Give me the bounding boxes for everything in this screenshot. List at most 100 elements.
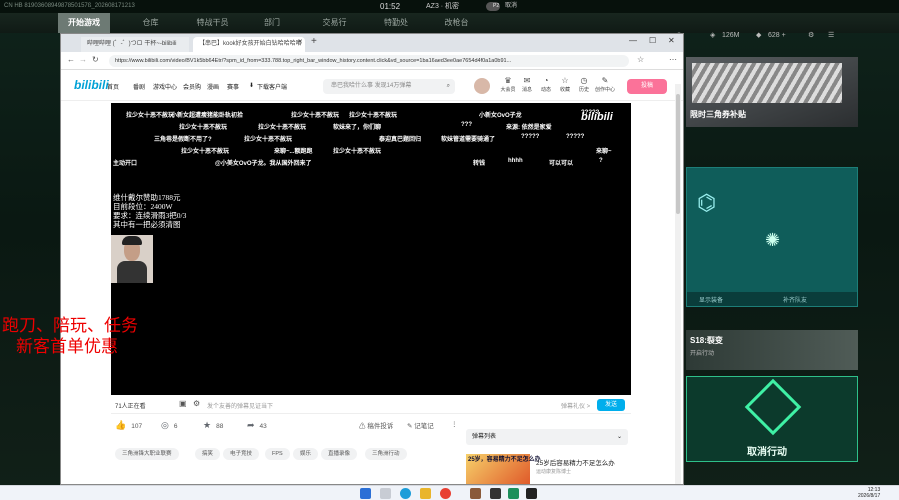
minimize-icon[interactable]: —: [629, 36, 637, 45]
nav-manga[interactable]: 漫画: [207, 82, 219, 91]
download-icon[interactable]: ⬇: [249, 82, 254, 89]
nav-mall[interactable]: 会员购: [183, 82, 201, 91]
g-icon[interactable]: [526, 488, 537, 499]
fill-squad-label[interactable]: 补齐队友: [783, 295, 807, 304]
like-button[interactable]: 👍 107: [115, 420, 142, 431]
tag-item[interactable]: 电子竞技: [223, 448, 260, 460]
url-input[interactable]: https://www.bilibili.com/video/BV1k5bb64…: [109, 55, 629, 67]
new-tab-icon[interactable]: +: [311, 36, 317, 47]
netease-icon[interactable]: [440, 488, 451, 499]
header-creator[interactable]: ✎ 创作中心: [594, 76, 616, 93]
favorite-button[interactable]: ★ 88: [203, 420, 223, 431]
game-icon[interactable]: [470, 488, 481, 499]
danmaku-input[interactable]: 发个友善的弹幕见证当下: [207, 401, 273, 410]
nav-tab-start[interactable]: 开始游戏: [58, 13, 110, 33]
nav-tab-warehouse[interactable]: 仓库: [128, 13, 173, 33]
more-icon[interactable]: ⋮: [451, 420, 458, 428]
header-history[interactable]: ◷ 历史: [575, 76, 593, 93]
session-id: CN HB 8190360894987850157ß_202608171213: [4, 3, 135, 9]
explorer-icon[interactable]: [420, 488, 431, 499]
video-actions: 👍 107 ◎ 6 ★ 88 ➦ 43 ⚠ 稿件投诉 ✎ 记笔记 ⋮: [111, 420, 471, 436]
star-icon[interactable]: ☆: [637, 55, 644, 64]
search-input[interactable]: 串巴我哈什么事 发现14万弹幕 ⌕: [323, 79, 455, 94]
danmaku-item: 拉少女十恶不赦玩: [181, 149, 230, 155]
overlay-line: 维什戴尔赞助1788元: [113, 193, 181, 202]
search-taskbar-icon[interactable]: [380, 488, 391, 499]
tag-item[interactable]: 三角洲行动: [365, 448, 407, 460]
report-link[interactable]: ⚠ 稿件投诉: [359, 420, 393, 430]
cancel-action-button[interactable]: 取消行动: [747, 443, 787, 458]
header-dynamic[interactable]: ◔ 动态: [537, 76, 555, 93]
browser-tab-2[interactable]: 【串巴】kook好女孩开始白钻哈哈哈哈: [193, 37, 305, 52]
danmaku-toggle-icon[interactable]: ▣: [179, 399, 187, 408]
danmaku-list-header[interactable]: 弹幕列表 ⌄: [466, 429, 628, 445]
action-logo-icon: [744, 378, 802, 436]
app-icon[interactable]: [490, 488, 501, 499]
danmaku-item: 来源: 依然是家爱: [506, 125, 552, 131]
nav-home[interactable]: 首页: [107, 82, 119, 91]
map-card[interactable]: ✺ ⌬ 显示装备 补齐队友: [686, 167, 858, 307]
rec-title: 25岁后容易精力不足怎么办: [536, 460, 615, 467]
windows-start-icon[interactable]: [360, 488, 371, 499]
map-emblem-icon: ✺: [765, 230, 781, 250]
tag-item[interactable]: 三角洲锋大职业联赛: [115, 448, 179, 460]
danmaku-item: 拉少女十恶不赦玩: [333, 149, 382, 155]
note-link[interactable]: ✎ 记笔记: [407, 420, 434, 430]
danmaku-item: 软妹管道需要骑通了: [441, 137, 496, 143]
danmaku-item: 泰迎真巴题回归: [379, 137, 422, 143]
delta-icon[interactable]: [508, 488, 519, 499]
tag-item[interactable]: 娱乐: [293, 448, 319, 460]
nav-tab-special[interactable]: 特勤处: [376, 13, 416, 33]
nav-game[interactable]: 游戏中心: [153, 82, 177, 91]
avatar[interactable]: [474, 78, 490, 94]
header-message[interactable]: ✉ 消息: [518, 76, 536, 93]
tag-item[interactable]: FPS: [265, 448, 290, 460]
refresh-icon[interactable]: ↻: [92, 55, 99, 64]
nav-tab-market[interactable]: 交易行: [312, 13, 357, 33]
share-button[interactable]: ➦ 43: [247, 420, 267, 431]
season-title: S18:裂变: [690, 336, 723, 345]
tag-item[interactable]: 搞笑: [195, 448, 221, 460]
nav-esports[interactable]: 赛事: [227, 82, 239, 91]
video-player[interactable]: 拉少女十恶不赦玩 小新女超遭瘦猪能卧轨初拾 拉少女十恶不赦玩 拉少女十恶不赦玩 小新女O…: [111, 103, 631, 395]
upload-button[interactable]: 投稿: [627, 79, 667, 94]
bilibili-header: bilibili 首页 番剧 游戏中心 会员购 漫画 赛事 ⬇ 下载客户端 串巴…: [61, 71, 683, 101]
back-icon[interactable]: ←: [67, 55, 75, 64]
header-vip[interactable]: ♛ 大会员: [499, 76, 517, 93]
nav-tab-gunsmith[interactable]: 改枪台: [434, 13, 479, 33]
promo-card[interactable]: 限时三角券补贴: [686, 57, 858, 127]
cancel-link[interactable]: 取消: [505, 0, 517, 13]
scrollbar[interactable]: [675, 84, 681, 484]
tag-item[interactable]: 直播录像: [321, 448, 358, 460]
action-card[interactable]: 取消行动: [686, 376, 858, 462]
danmaku-item: ?????: [521, 134, 540, 140]
danmaku-settings-icon[interactable]: ⚙: [193, 399, 200, 408]
bilibili-logo[interactable]: bilibili: [74, 78, 109, 92]
nav-tab-operators[interactable]: 特战干员: [190, 13, 235, 33]
danmaku-etiquette-link[interactable]: 弹幕礼仪 >: [561, 401, 590, 410]
watermark-logo: bilibili: [581, 111, 613, 123]
scroll-thumb[interactable]: [676, 94, 680, 214]
nav-tab-department[interactable]: 部门: [252, 13, 292, 33]
danmaku-item: 可以可以: [549, 161, 574, 167]
send-button[interactable]: 发送: [597, 399, 625, 411]
search-placeholder: 串巴我哈什么事 发现14万弹幕: [331, 83, 412, 89]
share-count: 43: [259, 423, 267, 430]
nav-anime[interactable]: 番剧: [133, 82, 145, 91]
favorite-label: 收藏: [559, 87, 570, 93]
forward-icon[interactable]: →: [79, 55, 87, 64]
show-gear-label[interactable]: 显示装备: [699, 295, 723, 304]
search-icon[interactable]: ⌕: [447, 79, 450, 94]
nav-download[interactable]: 下载客户端: [257, 82, 287, 91]
edge-icon[interactable]: [400, 488, 411, 499]
maximize-icon[interactable]: ☐: [649, 36, 656, 45]
close-tab-icon[interactable]: ✕: [297, 38, 303, 46]
more-icon[interactable]: ⋯: [669, 55, 677, 64]
season-card[interactable]: S18:裂变 开启行动: [686, 330, 858, 370]
recommended-video[interactable]: 25岁，容易精力不足怎么办 25岁后容易精力不足怎么办 运动康复陈博士: [466, 454, 628, 486]
message-label: 消息: [521, 87, 532, 93]
header-favorite[interactable]: ☆ 收藏: [556, 76, 574, 93]
close-window-icon[interactable]: ✕: [668, 36, 675, 45]
coin-button[interactable]: ◎ 6: [161, 420, 177, 431]
browser-tab-1[interactable]: 哔哩哔哩 (゜-゜)つロ 干杯~-bilibili: [81, 37, 189, 52]
